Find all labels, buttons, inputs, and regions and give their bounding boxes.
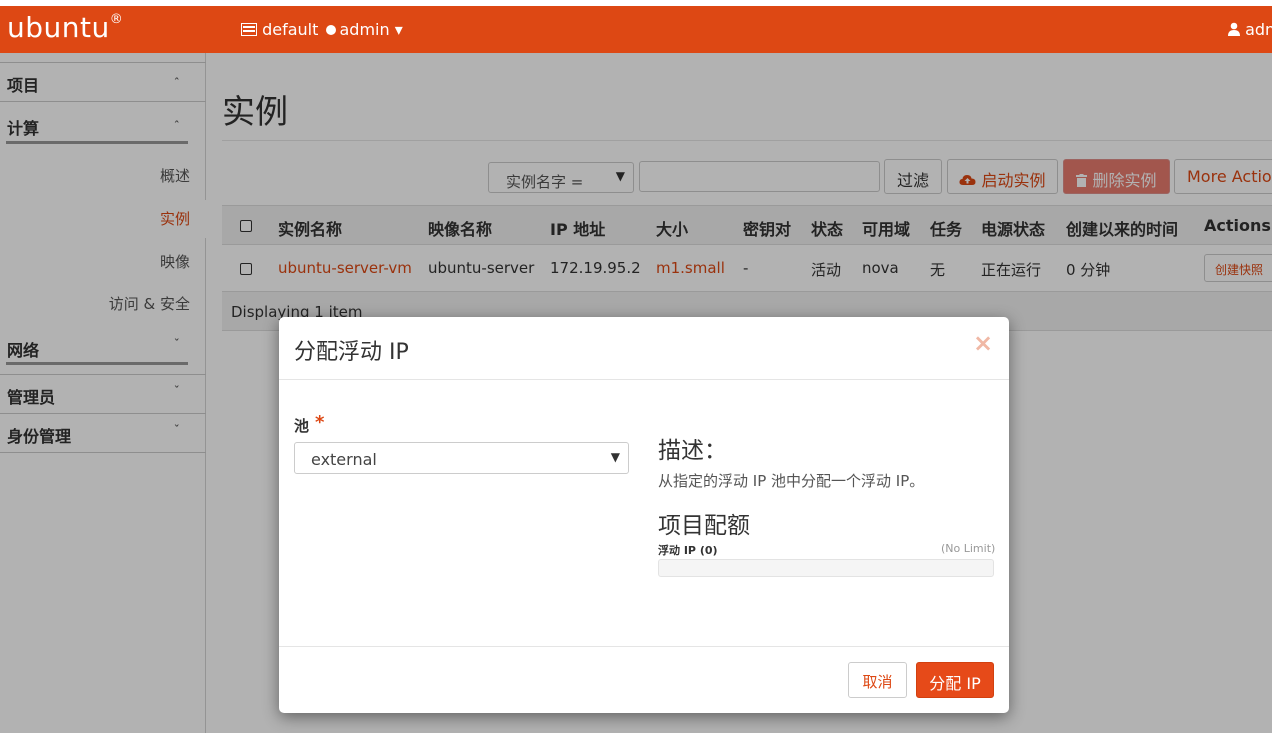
pool-select[interactable]: external ▼	[294, 442, 629, 474]
dialog-title: 分配浮动 IP	[294, 340, 409, 365]
dropdown-arrow-icon: ▼	[610, 450, 620, 464]
close-icon[interactable]: ×	[973, 329, 993, 357]
required-asterisk: *	[315, 412, 325, 433]
caret-down-icon: ▾	[394, 20, 403, 39]
cancel-button[interactable]: 取消	[848, 662, 907, 698]
quota-progress-bar	[658, 559, 994, 577]
user-name: adm	[1245, 20, 1272, 39]
pool-label: 池 *	[294, 412, 325, 436]
project-context-menu[interactable]: default admin ▾	[241, 20, 403, 39]
divider	[279, 379, 1009, 380]
allocate-floating-ip-dialog: 分配浮动 IP × 池 * external ▼ 描述： 从指定的浮动 IP 池中…	[279, 317, 1009, 713]
logo-mark: ®	[109, 11, 124, 27]
description-heading: 描述：	[658, 438, 727, 464]
context-project: admin	[339, 20, 390, 39]
top-navbar: ubuntu® default admin ▾ adm	[0, 6, 1272, 53]
server-icon	[241, 23, 257, 36]
context-separator-dot	[326, 25, 337, 35]
allocate-ip-button[interactable]: 分配 IP	[916, 662, 994, 698]
description-text: 从指定的浮动 IP 池中分配一个浮动 IP。	[658, 472, 925, 490]
logo-text: ubuntu	[7, 11, 110, 44]
quota-limit: (No Limit)	[941, 542, 996, 555]
ubuntu-logo[interactable]: ubuntu®	[7, 11, 123, 44]
pool-label-text: 池	[294, 417, 310, 435]
user-menu[interactable]: adm	[1228, 20, 1272, 39]
pool-select-value: external	[311, 450, 377, 469]
quota-label: 浮动 IP (0)	[658, 544, 718, 557]
quota-heading: 项目配额	[658, 513, 750, 539]
divider	[279, 646, 1009, 647]
context-domain: default	[262, 20, 319, 39]
user-icon	[1228, 22, 1240, 36]
